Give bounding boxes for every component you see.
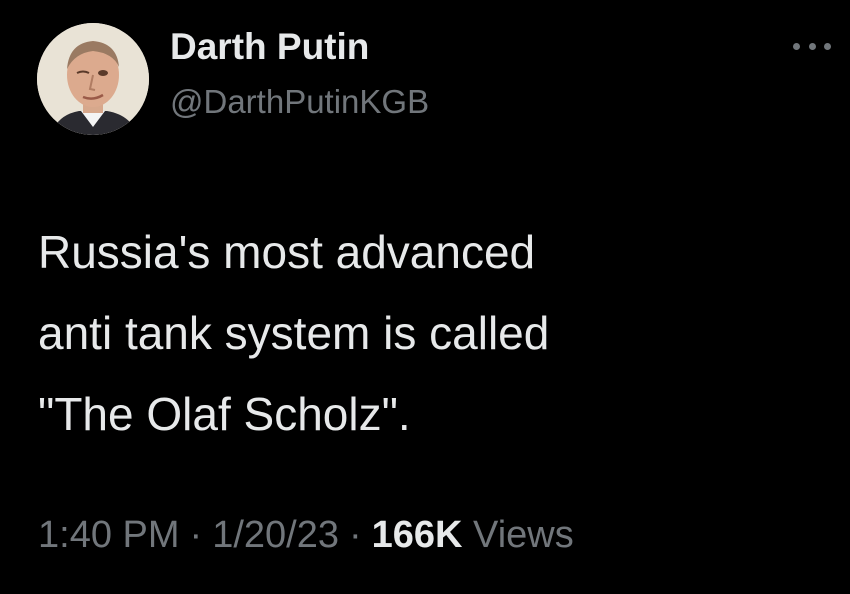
profile-photo-icon: [37, 23, 149, 135]
more-dot: [808, 42, 816, 50]
tweet-date[interactable]: 1/20/23: [212, 514, 339, 556]
tweet-meta: 1:40 PM · 1/20/23 · 166K Views: [38, 514, 574, 557]
tweet-time[interactable]: 1:40 PM: [38, 514, 180, 556]
tweet-text-line: Russia's most advanced: [38, 226, 536, 278]
tweet-card: Darth Putin @DarthPutinKGB Russia's most…: [0, 0, 850, 594]
more-dot: [793, 42, 800, 50]
views-label[interactable]: Views: [473, 514, 574, 556]
tweet-text: Russia's most advanced anti tank system …: [38, 212, 818, 455]
views-count[interactable]: 166K: [372, 514, 463, 556]
author-handle[interactable]: @DarthPutinKGB: [170, 83, 429, 121]
tweet-text-line: "The Olaf Scholz".: [38, 388, 411, 440]
meta-separator: ·: [348, 514, 362, 556]
avatar[interactable]: [37, 23, 149, 135]
meta-separator: ·: [189, 514, 203, 556]
more-dot: [824, 42, 831, 50]
more-options-button[interactable]: [793, 34, 831, 58]
author-display-name[interactable]: Darth Putin: [170, 26, 369, 68]
tweet-text-line: anti tank system is called: [38, 307, 550, 359]
